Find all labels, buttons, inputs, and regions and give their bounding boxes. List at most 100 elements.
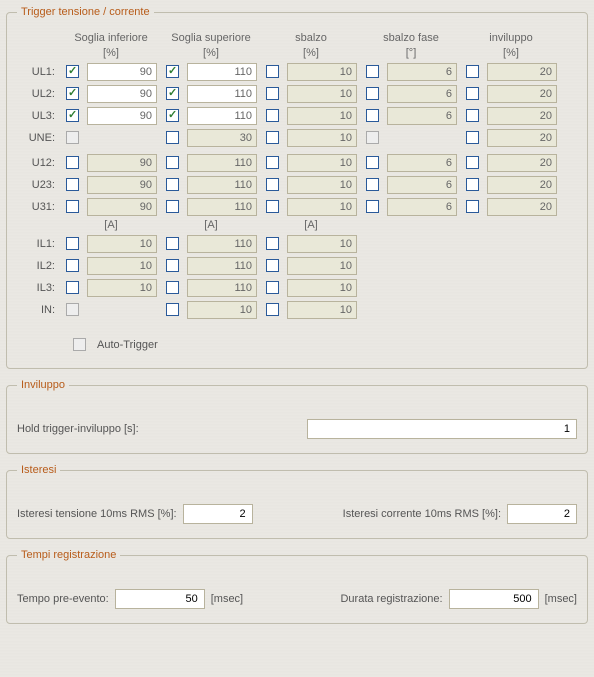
uu1-cb3[interactable]: [266, 178, 279, 191]
ul3-val5[interactable]: [487, 129, 557, 147]
ul3-cb1[interactable]: [66, 131, 79, 144]
uu0-cb5[interactable]: [466, 156, 479, 169]
il2-cb1[interactable]: [66, 281, 79, 294]
ul1-val2[interactable]: [187, 85, 257, 103]
ul2-val3[interactable]: [287, 107, 357, 125]
il3-cb1[interactable]: [66, 303, 79, 316]
ul0-cb1[interactable]: [66, 65, 79, 78]
ul3-val2[interactable]: [187, 129, 257, 147]
uu1-cb1[interactable]: [66, 178, 79, 191]
il1-val3[interactable]: [287, 257, 357, 275]
il0-cb3[interactable]: [266, 237, 279, 250]
tempo-pre-input[interactable]: [115, 589, 205, 609]
ul0-cb3[interactable]: [266, 65, 279, 78]
uu0-val5[interactable]: [487, 154, 557, 172]
ul1-cb2[interactable]: [166, 87, 179, 100]
ul1-cb3[interactable]: [266, 87, 279, 100]
ul3-cb2[interactable]: [166, 131, 179, 144]
ul2-val1[interactable]: [87, 107, 157, 125]
auto-trigger-checkbox[interactable]: [73, 338, 86, 351]
il0-val2[interactable]: [187, 235, 257, 253]
ul1-val1[interactable]: [87, 85, 157, 103]
ul1-val5[interactable]: [487, 85, 557, 103]
il1-val2[interactable]: [187, 257, 257, 275]
ul1-cb1[interactable]: [66, 87, 79, 100]
uu2-cb5[interactable]: [466, 200, 479, 213]
ul3-cb4[interactable]: [366, 131, 379, 144]
hold-trigger-input[interactable]: [307, 419, 577, 439]
il2-val1[interactable]: [87, 279, 157, 297]
uu0-cb2[interactable]: [166, 156, 179, 169]
il0-val3[interactable]: [287, 235, 357, 253]
il3-cb3[interactable]: [266, 303, 279, 316]
il0-cb1[interactable]: [66, 237, 79, 250]
uu2-cb2[interactable]: [166, 200, 179, 213]
ul0-val1[interactable]: [87, 63, 157, 81]
ul2-cb1[interactable]: [66, 109, 79, 122]
ul2-val5[interactable]: [487, 107, 557, 125]
il3-cb2[interactable]: [166, 303, 179, 316]
uu2-cb3[interactable]: [266, 200, 279, 213]
il3-val3[interactable]: [287, 301, 357, 319]
il1-val1[interactable]: [87, 257, 157, 275]
durata-input[interactable]: [449, 589, 539, 609]
il1-cb3[interactable]: [266, 259, 279, 272]
isteresi-tensione-input[interactable]: [183, 504, 253, 524]
ul2-cb2[interactable]: [166, 109, 179, 122]
uu1-cb4[interactable]: [366, 178, 379, 191]
ul2-val2[interactable]: [187, 107, 257, 125]
uu0-val1[interactable]: [87, 154, 157, 172]
auto-trigger-label: Auto-Trigger: [97, 339, 158, 351]
ul0-cb5[interactable]: [466, 65, 479, 78]
il1-cb1[interactable]: [66, 259, 79, 272]
uu2-val5[interactable]: [487, 198, 557, 216]
uu1-cb2[interactable]: [166, 178, 179, 191]
ul3-cb5[interactable]: [466, 131, 479, 144]
ul1-val4[interactable]: [387, 85, 457, 103]
uu2-val1[interactable]: [87, 198, 157, 216]
ul2-val4[interactable]: [387, 107, 457, 125]
uu1-val2[interactable]: [187, 176, 257, 194]
ul0-val3[interactable]: [287, 63, 357, 81]
ul2-cb5[interactable]: [466, 109, 479, 122]
ul0-val5[interactable]: [487, 63, 557, 81]
uu1-val1[interactable]: [87, 176, 157, 194]
uu0-cb3[interactable]: [266, 156, 279, 169]
uu1-cb5[interactable]: [466, 178, 479, 191]
ul0-cb4[interactable]: [366, 65, 379, 78]
ul2-cb3[interactable]: [266, 109, 279, 122]
il0-val1[interactable]: [87, 235, 157, 253]
uu0-val3[interactable]: [287, 154, 357, 172]
il3-val2[interactable]: [187, 301, 257, 319]
ul3-cb3[interactable]: [266, 131, 279, 144]
il1-cb2[interactable]: [166, 259, 179, 272]
uu0-cb4[interactable]: [366, 156, 379, 169]
uu2-val2[interactable]: [187, 198, 257, 216]
ul2-cb4[interactable]: [366, 109, 379, 122]
uu2-cb4[interactable]: [366, 200, 379, 213]
il2-val2[interactable]: [187, 279, 257, 297]
isteresi-corrente-input[interactable]: [507, 504, 577, 524]
uu0-val4[interactable]: [387, 154, 457, 172]
ul0-val2[interactable]: [187, 63, 257, 81]
uu1-val5[interactable]: [487, 176, 557, 194]
uu0-cb1[interactable]: [66, 156, 79, 169]
il2-cb2[interactable]: [166, 281, 179, 294]
ul1-cb4[interactable]: [366, 87, 379, 100]
uu0-val2[interactable]: [187, 154, 257, 172]
ul0-cb2[interactable]: [166, 65, 179, 78]
ul1-val3[interactable]: [287, 85, 357, 103]
il2-val3[interactable]: [287, 279, 357, 297]
col-unit-1: [%]: [165, 47, 257, 59]
ul0-val4[interactable]: [387, 63, 457, 81]
trigger-legend: Trigger tensione / corrente: [17, 6, 154, 18]
ul1-cb5[interactable]: [466, 87, 479, 100]
uu1-val3[interactable]: [287, 176, 357, 194]
ul3-val3[interactable]: [287, 129, 357, 147]
il2-cb3[interactable]: [266, 281, 279, 294]
il0-cb2[interactable]: [166, 237, 179, 250]
uu2-val3[interactable]: [287, 198, 357, 216]
uu2-cb1[interactable]: [66, 200, 79, 213]
uu1-val4[interactable]: [387, 176, 457, 194]
uu2-val4[interactable]: [387, 198, 457, 216]
